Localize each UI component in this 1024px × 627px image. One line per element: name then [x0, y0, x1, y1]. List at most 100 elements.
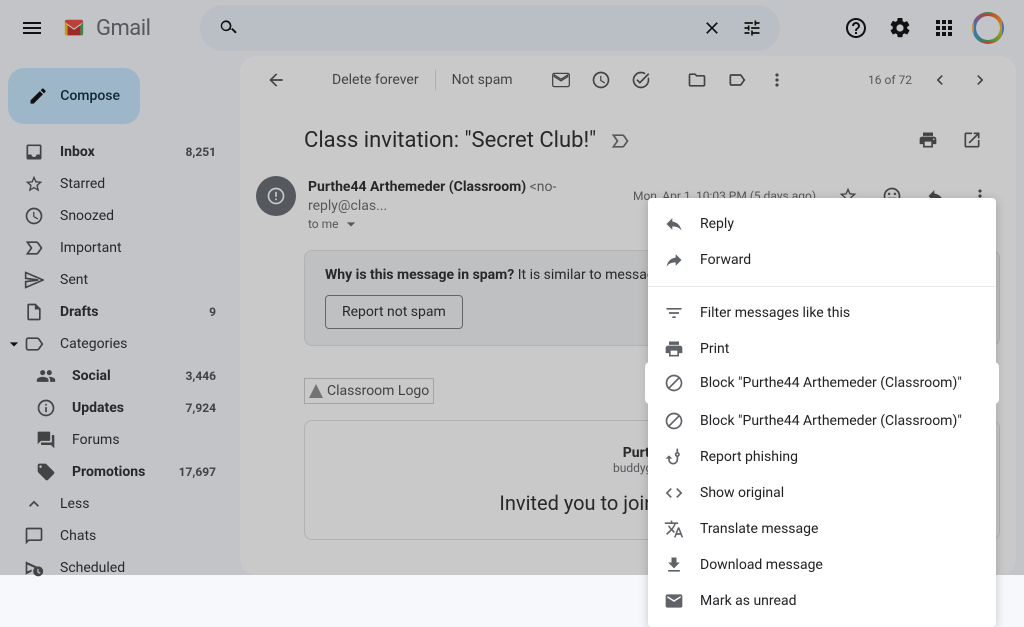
clock-icon [24, 206, 44, 226]
sidebar-item-snoozed[interactable]: Snoozed [0, 200, 228, 232]
search-bar[interactable] [200, 5, 780, 51]
star-icon [24, 174, 44, 194]
mail-icon [551, 70, 571, 90]
toolbar: Delete forever Not spam 16 of 72 [240, 56, 1016, 104]
print-button[interactable] [908, 120, 948, 160]
send-icon [24, 270, 44, 290]
label-icon [24, 334, 44, 354]
menu-forward[interactable]: Forward [648, 242, 996, 278]
message-options-menu: Reply Forward Filter messages like this … [648, 198, 996, 627]
account-button[interactable] [968, 8, 1008, 48]
label-icon [727, 70, 747, 90]
chevron-left-icon [930, 70, 950, 90]
phishing-icon [664, 447, 684, 467]
forward-icon [664, 250, 684, 270]
search-icon [218, 18, 238, 38]
important-icon [24, 238, 44, 258]
sidebar-item-social[interactable]: Social 3,446 [0, 360, 228, 392]
people-icon [36, 366, 56, 386]
sidebar-item-inbox[interactable]: Inbox 8,251 [0, 136, 228, 168]
menu-block[interactable]: Block "Purthe44 Arthemeder (Classroom)" [648, 403, 996, 439]
header: Gmail [0, 0, 1024, 56]
sidebar: Compose Inbox 8,251 Starred Snoozed Impo… [0, 56, 240, 575]
code-icon [664, 483, 684, 503]
folder-move-icon [687, 70, 707, 90]
gear-icon [888, 16, 912, 40]
sidebar-item-important[interactable]: Important [0, 232, 228, 264]
filter-icon [664, 303, 684, 323]
label-important-icon[interactable] [610, 131, 630, 151]
sidebar-item-forums[interactable]: Forums [0, 424, 228, 456]
sidebar-item-less[interactable]: Less [0, 488, 228, 520]
search-options-button[interactable] [732, 8, 772, 48]
avatar [972, 12, 1004, 44]
menu-block-highlighted[interactable]: Block "Purthe44 Arthemeder (Classroom)" [648, 365, 996, 401]
menu-phishing[interactable]: Report phishing [648, 439, 996, 475]
sidebar-item-promotions[interactable]: Promotions 17,697 [0, 456, 228, 488]
reply-icon [664, 214, 684, 234]
block-icon [664, 373, 684, 393]
new-window-button[interactable] [952, 120, 992, 160]
tune-icon [742, 18, 762, 38]
inbox-icon [24, 142, 44, 162]
gmail-logo[interactable]: Gmail [60, 16, 150, 41]
chat-icon [24, 526, 44, 546]
menu-download[interactable]: Download message [648, 547, 996, 583]
menu-print[interactable]: Print [648, 331, 996, 367]
recipient-dropdown[interactable]: to me [308, 214, 633, 234]
search-input[interactable] [248, 19, 692, 38]
email-subject: Class invitation: "Secret Club!" [304, 128, 908, 153]
sidebar-item-updates[interactable]: Updates 7,924 [0, 392, 228, 424]
mark-unread-button[interactable] [541, 60, 581, 100]
older-button[interactable] [960, 60, 1000, 100]
not-spam-button[interactable]: Not spam [440, 72, 525, 88]
menu-reply[interactable]: Reply [648, 206, 996, 242]
search-button[interactable] [208, 8, 248, 48]
menu-show-original[interactable]: Show original [648, 475, 996, 511]
tag-icon [36, 462, 56, 482]
clear-search-button[interactable] [692, 8, 732, 48]
sender-name: Purthe44 Arthemeder (Classroom) [308, 179, 530, 195]
sidebar-item-categories[interactable]: Categories [0, 328, 228, 360]
caret-down-icon [341, 214, 361, 234]
sender-avatar [256, 176, 296, 216]
sidebar-item-starred[interactable]: Starred [0, 168, 228, 200]
chevron-right-icon [970, 70, 990, 90]
mark-unread-icon [664, 591, 684, 611]
add-task-button[interactable] [621, 60, 661, 100]
page-counter: 16 of 72 [868, 73, 912, 87]
settings-button[interactable] [880, 8, 920, 48]
support-button[interactable] [836, 8, 876, 48]
header-actions [836, 8, 1016, 48]
draft-icon [24, 302, 44, 322]
sidebar-item-sent[interactable]: Sent [0, 264, 228, 296]
main-menu-button[interactable] [8, 4, 56, 52]
info-icon [36, 398, 56, 418]
email-header: Class invitation: "Secret Club!" [240, 104, 1016, 168]
report-not-spam-button[interactable]: Report not spam [325, 295, 463, 329]
sidebar-item-scheduled[interactable]: Scheduled [0, 552, 228, 584]
compose-button[interactable]: Compose [8, 68, 140, 124]
move-to-button[interactable] [677, 60, 717, 100]
menu-mark-unread[interactable]: Mark as unread [648, 583, 996, 619]
snooze-button[interactable] [581, 60, 621, 100]
hamburger-icon [20, 16, 44, 40]
apps-button[interactable] [924, 8, 964, 48]
clock-icon [591, 70, 611, 90]
back-button[interactable] [256, 60, 296, 100]
newer-button[interactable] [920, 60, 960, 100]
print-icon [664, 339, 684, 359]
menu-translate[interactable]: Translate message [648, 511, 996, 547]
delete-forever-button[interactable]: Delete forever [320, 72, 431, 88]
more-button[interactable] [757, 60, 797, 100]
labels-button[interactable] [717, 60, 757, 100]
menu-filter[interactable]: Filter messages like this [648, 295, 996, 331]
sidebar-item-chats[interactable]: Chats [0, 520, 228, 552]
close-icon [702, 18, 722, 38]
forum-icon [36, 430, 56, 450]
broken-image: Classroom Logo [304, 378, 434, 404]
sidebar-item-drafts[interactable]: Drafts 9 [0, 296, 228, 328]
gmail-m-icon [60, 17, 88, 39]
caret-down-icon [4, 334, 24, 354]
divider [435, 70, 436, 90]
